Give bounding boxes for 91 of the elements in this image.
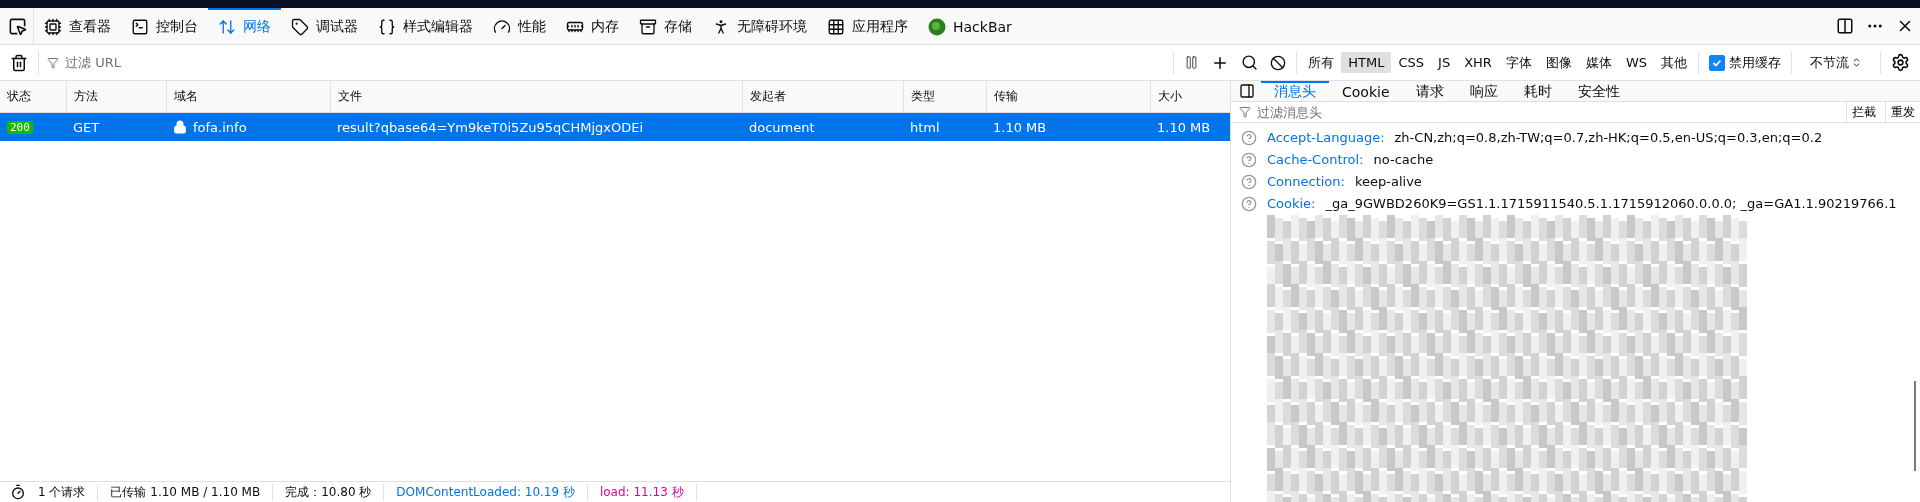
- help-icon[interactable]: [1241, 152, 1257, 168]
- column-header[interactable]: 域名: [166, 81, 330, 113]
- header-name: Accept-Language:: [1267, 129, 1385, 147]
- toolbox-tab[interactable]: 存储: [629, 8, 702, 44]
- logo-icon: [928, 18, 946, 36]
- search-icon[interactable]: [1241, 54, 1259, 71]
- column-header[interactable]: 发起者: [742, 81, 903, 113]
- header-value: _ga_9GWBD260K9=GS1.1.1715911540.5.1.1715912060.0.0.0; _ga=GA1.1.90219766.1: [1325, 195, 1897, 213]
- header-name: Cookie:: [1267, 195, 1316, 213]
- side-panel-tab[interactable]: 请求: [1402, 81, 1457, 101]
- filter-icon: [1239, 106, 1251, 118]
- side-panel-tab[interactable]: Cookie: [1329, 81, 1403, 101]
- type-filter-button[interactable]: WS: [1618, 52, 1654, 73]
- braces-icon: [378, 18, 396, 36]
- chip-icon: [44, 18, 62, 36]
- throttling-dropdown[interactable]: 不节流: [1796, 53, 1876, 72]
- panel-button[interactable]: 拦截: [1846, 102, 1881, 122]
- column-header[interactable]: 传输: [986, 81, 1150, 113]
- toolbox-tab[interactable]: 调试器: [281, 8, 368, 44]
- type-filter-button[interactable]: CSS: [1391, 52, 1432, 73]
- header-name: Cache-Control:: [1267, 151, 1364, 169]
- disable-cache-checkbox[interactable]: 禁用缓存: [1703, 53, 1787, 72]
- url-filter-field[interactable]: 过滤 URL: [63, 54, 1170, 71]
- terminal-icon: [131, 18, 149, 36]
- type-filter-button[interactable]: XHR: [1457, 52, 1499, 73]
- side-panel-tab[interactable]: 安全性: [1564, 81, 1633, 101]
- header-value: zh-CN,zh;q=0.8,zh-TW;q=0.7,zh-HK;q=0.5,en-US;q=0.3,en;q=0.2: [1394, 129, 1823, 147]
- filter-icon: [47, 56, 59, 69]
- transferred-summary: 已传输 1.10 MB / 1.10 MB: [110, 483, 274, 501]
- arrows-icon: [218, 18, 236, 36]
- picker-icon[interactable]: [8, 16, 27, 36]
- help-icon[interactable]: [1241, 174, 1257, 190]
- domain-text: fofa.info: [193, 119, 247, 135]
- side-panel-tab[interactable]: 消息头: [1261, 81, 1329, 101]
- type-filter-button[interactable]: 媒体: [1578, 50, 1619, 75]
- gauge-icon: [493, 18, 511, 36]
- toolbox-tab[interactable]: 性能: [483, 8, 556, 44]
- grid-icon: [827, 18, 845, 36]
- type-filter-button[interactable]: 所有: [1301, 50, 1342, 75]
- table-cell[interactable]: 1.10 MB: [1150, 113, 1230, 141]
- block-icon[interactable]: [1270, 54, 1287, 71]
- toolbox-tab[interactable]: 查看器: [34, 8, 121, 44]
- column-header[interactable]: 文件: [330, 81, 742, 113]
- toolbox-tab[interactable]: 样式编辑器: [368, 8, 483, 44]
- table-cell[interactable]: document: [742, 113, 903, 141]
- load-time: load: 11.13 秒: [599, 483, 697, 501]
- toolbox-tab[interactable]: 应用程序: [817, 8, 918, 44]
- table-cell[interactable]: html: [903, 113, 986, 141]
- header-value: no-cache: [1373, 151, 1434, 169]
- status-badge: 200: [7, 120, 33, 134]
- archive-icon: [639, 18, 657, 36]
- pause-icon[interactable]: [1184, 55, 1200, 70]
- header-filter-field[interactable]: 过滤消息头: [1255, 103, 1842, 121]
- toolbox-tab[interactable]: 内存: [556, 8, 629, 44]
- column-header[interactable]: 大小: [1150, 81, 1230, 113]
- type-filter-button[interactable]: 字体: [1498, 50, 1539, 75]
- side-panel-tab[interactable]: 耗时: [1510, 81, 1565, 101]
- dom-content-loaded-time: DOMContentLoaded: 10.19 秒: [396, 483, 588, 501]
- type-filter-button[interactable]: HTML: [1341, 52, 1392, 73]
- panel-button[interactable]: 重发: [1885, 102, 1920, 122]
- type-filter-button[interactable]: JS: [1431, 52, 1458, 73]
- checkmark-icon: [1712, 57, 1722, 68]
- trash-icon[interactable]: [10, 53, 28, 72]
- header-value: keep-alive: [1354, 173, 1422, 191]
- help-icon[interactable]: [1241, 130, 1257, 146]
- dock-icon[interactable]: [1836, 17, 1854, 35]
- lock-icon: [173, 120, 187, 134]
- side-panel-tab[interactable]: 响应: [1456, 81, 1511, 101]
- tag-icon: [291, 18, 309, 36]
- request-count: 1 个请求: [38, 483, 99, 501]
- settings-icon[interactable]: [1891, 53, 1910, 72]
- updown-caret-icon: [1851, 57, 1862, 68]
- table-cell[interactable]: result?qbase64=Ym9keT0i5Zu95qCHMjgxODEi: [330, 113, 742, 141]
- help-icon[interactable]: [1241, 196, 1257, 212]
- timer-icon: [10, 484, 26, 500]
- type-filter-button[interactable]: 图像: [1538, 50, 1579, 75]
- toolbox-tab[interactable]: 控制台: [121, 8, 208, 44]
- table-cell[interactable]: fofa.info: [166, 113, 330, 141]
- table-cell[interactable]: 1.10 MB: [986, 113, 1150, 141]
- type-filter-button[interactable]: 其他: [1654, 50, 1694, 75]
- column-header[interactable]: 方法: [66, 81, 166, 113]
- toolbox-tab[interactable]: HackBar: [918, 8, 1022, 44]
- column-header[interactable]: 状态: [0, 81, 66, 113]
- header-name: Connection:: [1267, 173, 1345, 191]
- panel-toggle-icon[interactable]: [1239, 83, 1255, 99]
- toolbox-tab[interactable]: 网络: [208, 8, 281, 44]
- scrollbar-thumb[interactable]: [1914, 381, 1916, 471]
- column-header[interactable]: 类型: [903, 81, 986, 113]
- table-cell[interactable]: GET: [66, 113, 166, 141]
- toolbox-tab[interactable]: 无障碍环境: [702, 8, 817, 44]
- finish-time: 完成：10.80 秒: [285, 483, 385, 501]
